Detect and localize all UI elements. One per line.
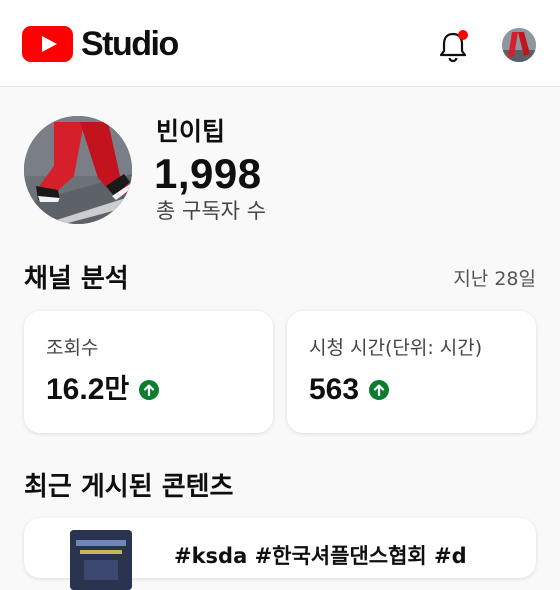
avatar-image <box>502 28 536 62</box>
recent-content-title: 최근 게시된 콘텐츠 <box>24 472 234 502</box>
arrow-up-circle-icon <box>369 380 390 400</box>
channel-analytics-title: 채널 분석 <box>24 264 129 294</box>
channel-name: 빈이팁 <box>156 117 226 146</box>
views-label: 조회수 <box>46 337 99 359</box>
channel-avatar-image <box>24 116 132 224</box>
views-unit: 만 <box>104 374 130 405</box>
notifications-button[interactable] <box>436 28 470 64</box>
thumbnail-image <box>70 530 132 590</box>
logo-text: Studio <box>81 25 179 63</box>
views-card[interactable]: 조회수 16.2 만 <box>24 311 273 433</box>
top-app-bar: Studio <box>0 0 560 87</box>
watch-time-number: 563 <box>309 373 360 406</box>
notification-badge <box>458 30 468 40</box>
video-thumbnail <box>70 530 132 590</box>
subscriber-label: 총 구독자 수 <box>156 199 266 223</box>
recent-content-item-title: #ksda #한국셔플댄스협회 #d <box>174 544 467 568</box>
views-value: 16.2 만 <box>46 371 160 409</box>
arrow-up-circle-icon <box>139 380 160 400</box>
subscriber-count: 1,998 <box>154 150 262 197</box>
youtube-play-icon <box>22 26 73 62</box>
views-number: 16.2 <box>46 373 105 406</box>
account-avatar[interactable] <box>502 28 536 62</box>
watch-time-card[interactable]: 시청 시간(단위: 시간) 563 <box>287 311 536 433</box>
analytics-period[interactable]: 지난 28일 <box>453 265 536 293</box>
youtube-studio-logo[interactable]: Studio <box>22 25 179 63</box>
watch-time-value: 563 <box>309 371 390 409</box>
watch-time-label: 시청 시간(단위: 시간) <box>309 337 483 359</box>
channel-avatar[interactable] <box>24 116 132 224</box>
recent-content-item[interactable]: #ksda #한국셔플댄스협회 #d <box>24 518 536 590</box>
